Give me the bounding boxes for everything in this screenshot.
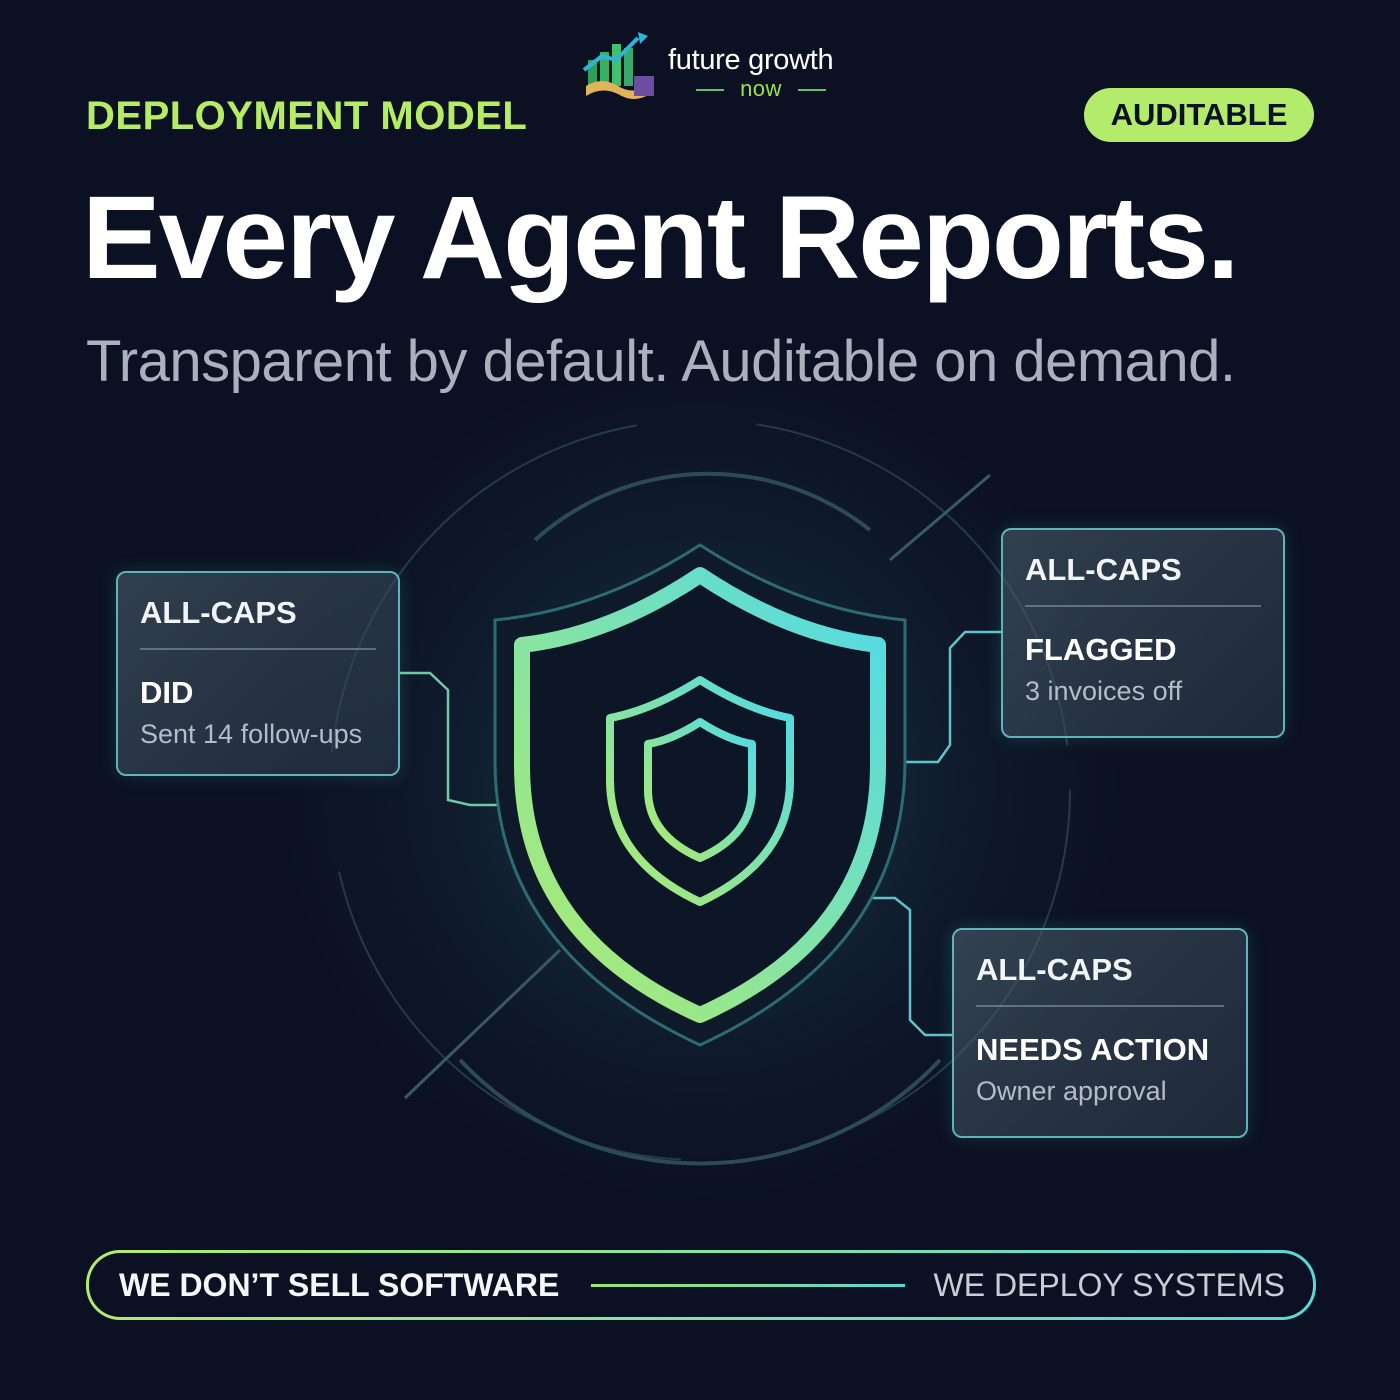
- card-title: NEEDS ACTION: [976, 1032, 1210, 1067]
- card-divider: [1025, 605, 1261, 607]
- card-header: ALL-CAPS: [140, 595, 297, 630]
- status-badge: AUDITABLE: [1084, 88, 1314, 142]
- card-title: FLAGGED: [1025, 632, 1177, 667]
- growth-chart-handshake-icon: [582, 32, 654, 99]
- diagonal-line-top: [889, 473, 991, 562]
- card-divider: [140, 648, 376, 650]
- status-card-needs-action: ALL-CAPS NEEDS ACTION Owner approval: [952, 928, 1248, 1138]
- card-detail: Sent 14 follow-ups: [140, 719, 363, 749]
- page-subtitle: Transparent by default. Auditable on dem…: [86, 329, 1236, 394]
- card-detail: Owner approval: [976, 1076, 1167, 1106]
- brand-tagline: now: [696, 76, 826, 102]
- footer-right-text: WE DEPLOY SYSTEMS: [933, 1267, 1286, 1303]
- card-header: ALL-CAPS: [1025, 552, 1182, 587]
- status-card-flagged: ALL-CAPS FLAGGED 3 invoices off: [1001, 528, 1285, 738]
- status-card-did: ALL-CAPS DID Sent 14 follow-ups: [116, 571, 400, 776]
- footer-left-text: WE DON’T SELL SOFTWARE: [119, 1267, 560, 1303]
- footer-divider-line: [591, 1284, 905, 1287]
- card-detail: 3 invoices off: [1025, 676, 1183, 706]
- brand-name: future growth: [668, 44, 834, 76]
- page-title: Every Agent Reports.: [82, 172, 1240, 304]
- card-title: DID: [140, 675, 194, 710]
- card-header: ALL-CAPS: [976, 952, 1133, 987]
- footer-banner: WE DON’T SELL SOFTWARE WE DEPLOY SYSTEMS: [86, 1250, 1316, 1320]
- section-eyebrow: DEPLOYMENT MODEL: [86, 94, 528, 138]
- card-divider: [976, 1005, 1224, 1007]
- brand-logo: future growth now: [578, 30, 858, 105]
